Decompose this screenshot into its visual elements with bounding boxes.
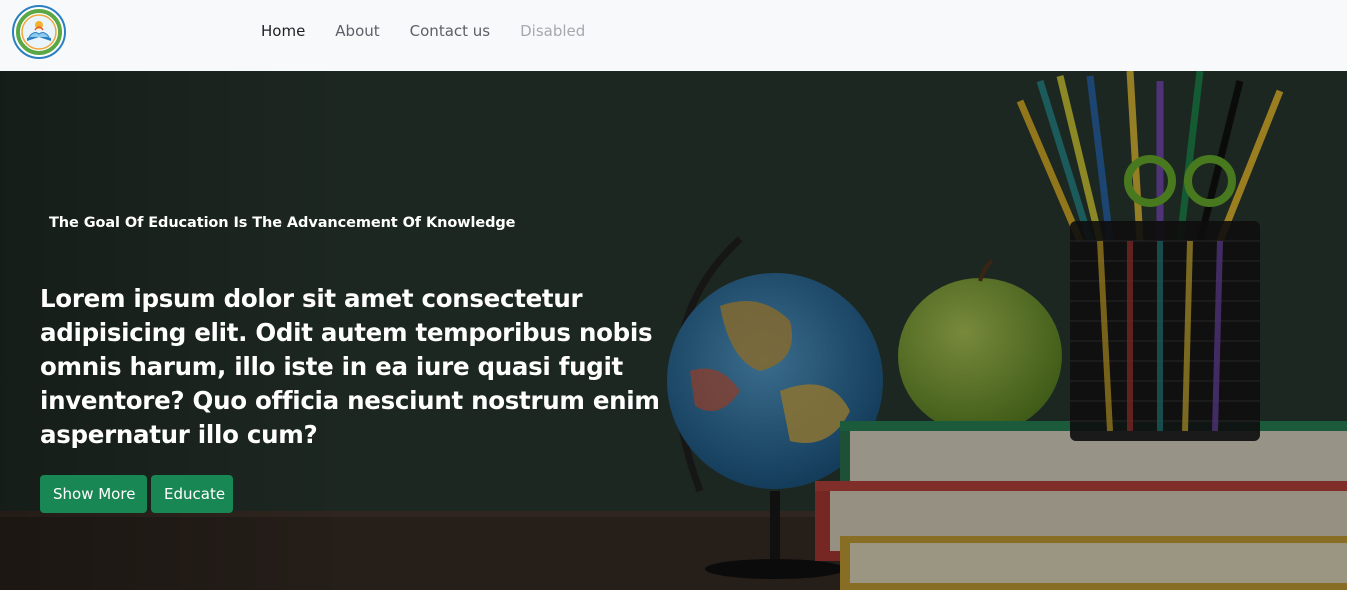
hero-headline: Lorem ipsum dolor sit amet consectetur a… [40, 284, 660, 449]
nav-link-about[interactable]: About [320, 22, 394, 40]
navbar: Home About Contact us Disabled [0, 0, 1347, 71]
education-logo-icon [12, 5, 66, 59]
nav-link-home[interactable]: Home [246, 22, 320, 40]
nav-links: Home About Contact us Disabled [246, 0, 600, 61]
hero-section: The Goal Of Education Is The Advancement… [0, 71, 1347, 590]
educate-button[interactable]: Educate [151, 475, 233, 513]
nav-link-disabled: Disabled [520, 21, 586, 40]
hero-tagline: The Goal Of Education Is The Advancement… [49, 215, 516, 231]
nav-link-contact[interactable]: Contact us [395, 22, 505, 40]
brand-logo[interactable] [11, 4, 67, 60]
show-more-button[interactable]: Show More [40, 475, 147, 513]
